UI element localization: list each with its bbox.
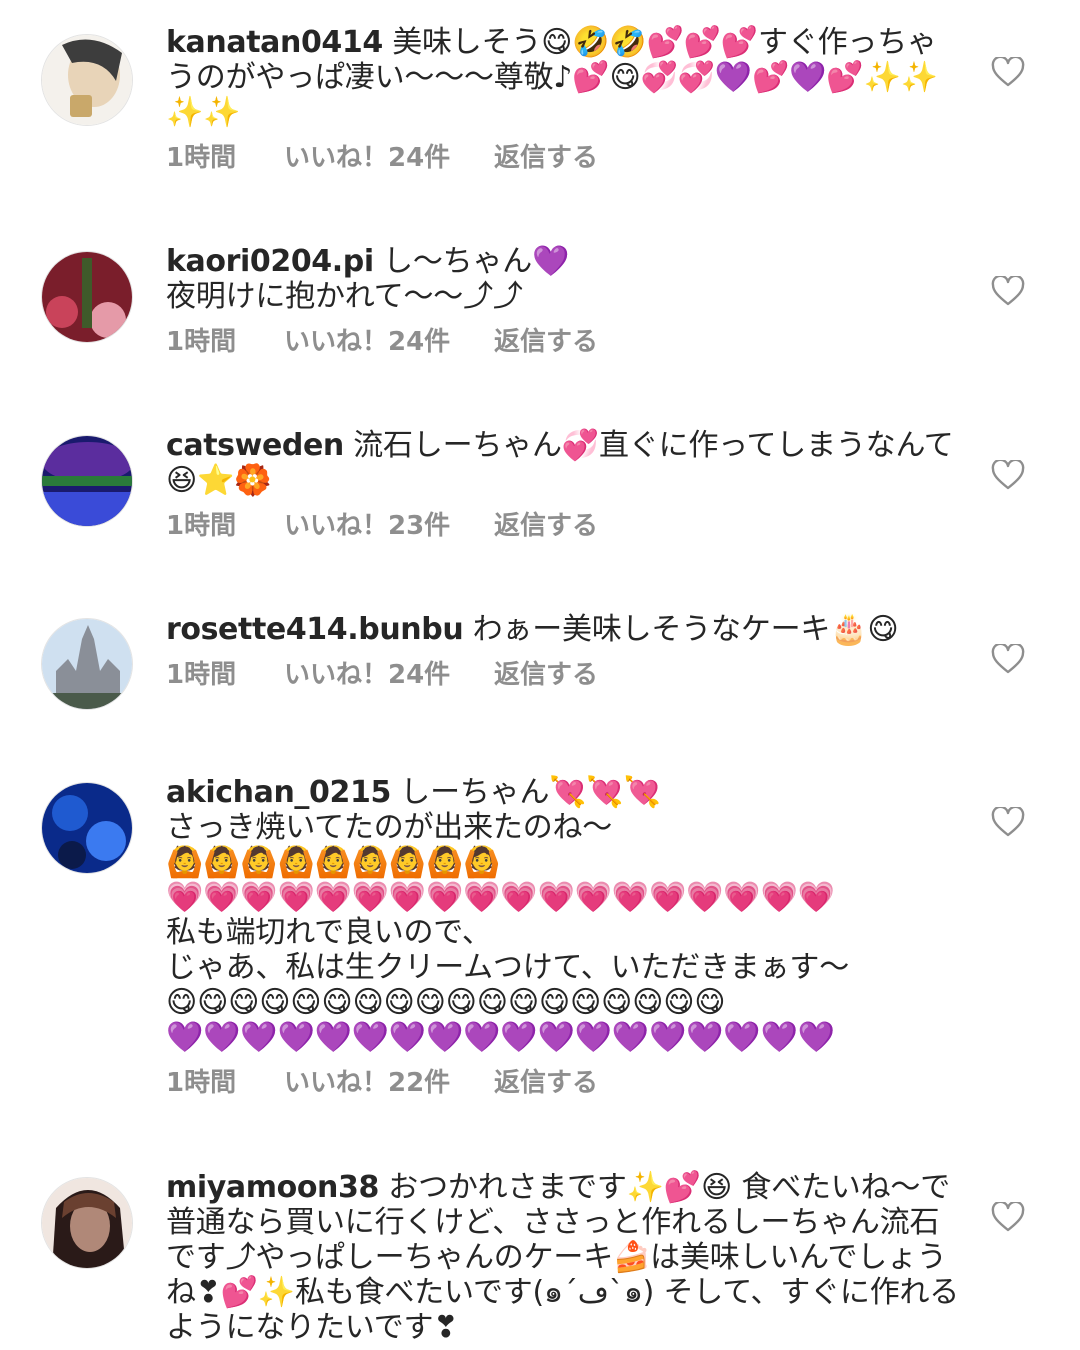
comment-username[interactable]: catsweden <box>166 428 344 463</box>
comment-username[interactable]: rosette414.bunbu <box>166 612 464 647</box>
reply-button[interactable]: 返信する <box>494 510 598 542</box>
reply-button[interactable]: 返信する <box>494 1067 598 1099</box>
comment-list: kanatan0414 美味しそう😋🤣🤣💕💕💕すぐ作っちゃうのがやっぱ凄い〜〜〜… <box>0 0 1080 1350</box>
comment-meta: 1時間 いいね！23件 返信する <box>166 510 966 542</box>
comment-likes[interactable]: いいね！24件 <box>284 326 494 358</box>
avatar[interactable] <box>41 34 133 126</box>
comment-username[interactable]: kanatan0414 <box>166 25 383 60</box>
avatar[interactable] <box>41 251 133 343</box>
avatar[interactable] <box>41 618 133 710</box>
comment-likes[interactable]: いいね！22件 <box>284 1067 494 1099</box>
comment-text: しーちゃん💘💘💘 さっき焼いてたのが出来たのね〜 🙆🙆🙆🙆🙆🙆🙆🙆🙆 💗💗💗💗💗… <box>166 775 849 1055</box>
like-heart-icon[interactable] <box>991 57 1025 87</box>
reply-button[interactable]: 返信する <box>494 659 598 691</box>
like-heart-icon[interactable] <box>991 644 1025 674</box>
comment-time: 1時間 <box>166 660 237 690</box>
like-heart-icon[interactable] <box>991 460 1025 490</box>
comment-meta: 1時間 いいね！24件 返信する <box>166 142 966 174</box>
comment-meta: 1時間 いいね！22件 返信する <box>166 1067 966 1099</box>
avatar[interactable] <box>41 1177 133 1269</box>
reply-button[interactable]: 返信する <box>494 142 598 174</box>
comment-likes[interactable]: いいね！24件 <box>284 142 494 174</box>
comment-meta: 1時間 いいね！24件 返信する <box>166 659 966 691</box>
reply-button[interactable]: 返信する <box>494 326 598 358</box>
comment-username[interactable]: akichan_0215 <box>166 775 391 810</box>
comment-time: 1時間 <box>166 143 237 173</box>
like-heart-icon[interactable] <box>991 1202 1025 1232</box>
comment-meta: 1時間 いいね！24件 返信する <box>166 326 966 358</box>
comment-time: 1時間 <box>166 1068 237 1098</box>
like-heart-icon[interactable] <box>991 807 1025 837</box>
comment-text: わぁー美味しそうなケーキ🎂😋 <box>472 612 899 647</box>
comment-username[interactable]: kaori0204.pi <box>166 244 374 279</box>
comment-likes[interactable]: いいね！23件 <box>284 510 494 542</box>
like-heart-icon[interactable] <box>991 276 1025 306</box>
comment-time: 1時間 <box>166 511 237 541</box>
comment-username[interactable]: miyamoon38 <box>166 1170 379 1205</box>
comment-likes[interactable]: いいね！24件 <box>284 659 494 691</box>
avatar[interactable] <box>41 435 133 527</box>
avatar[interactable] <box>41 782 133 874</box>
comment-time: 1時間 <box>166 327 237 357</box>
